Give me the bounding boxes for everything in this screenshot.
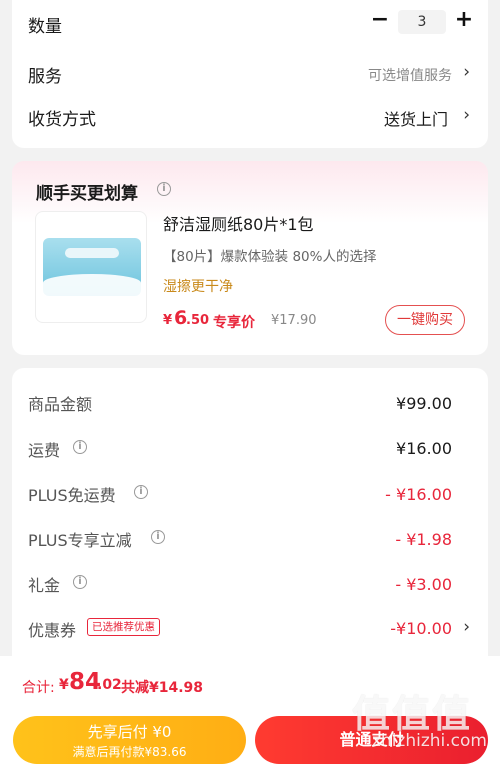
price-decimal: .50 (186, 313, 210, 328)
summary-value-gift-money: - ¥3.00 (395, 575, 452, 594)
price-currency: ¥ (163, 313, 173, 328)
product-name[interactable]: 舒洁湿厕纸80片*1包 (163, 211, 314, 235)
checkout-bar: 合计: ¥ 84 .02 共减¥14.98 先享后付 ¥0 满意后再付款¥83.… (0, 656, 500, 765)
bundle-offer-card: 顺手买更划算 i 舒洁湿厕纸80片*1包 【80片】爆款体验装 80%人的选择 … (12, 161, 488, 355)
package-lid (65, 248, 119, 258)
total-decimal: .02 (97, 677, 122, 693)
summary-value-goods: ¥99.00 (396, 394, 452, 413)
summary-label-goods: 商品金额 (28, 395, 93, 414)
one-click-buy-button[interactable]: 一键购买 (385, 305, 465, 335)
exclusive-price-label: 专享价 (213, 315, 255, 331)
pay-later-button[interactable]: 先享后付 ¥0 满意后再付款¥83.66 (13, 716, 246, 764)
summary-label-shipping: 运费 (28, 441, 61, 460)
order-options-card: 数量 − 3 + 服务 可选增值服务 › 收货方式 送货上门 › (12, 0, 488, 148)
coupon-badge: 已选推荐优惠 (87, 618, 160, 636)
total-label: 合计: (22, 680, 55, 696)
total-currency: ¥ (59, 677, 69, 693)
summary-value-shipping: ¥16.00 (396, 439, 452, 458)
summary-value-plus-discount: - ¥1.98 (395, 530, 452, 549)
summary-label-plus-free-shipping: PLUS免运费 (28, 486, 116, 505)
summary-label-coupon: 优惠券 (28, 621, 77, 640)
chevron-right-icon: › (463, 62, 470, 82)
info-icon[interactable]: i (151, 530, 165, 544)
wipes-package-graphic (43, 238, 141, 296)
quantity-label: 数量 (28, 17, 62, 37)
summary-label-plus-discount: PLUS专享立减 (28, 531, 132, 550)
product-description: 【80片】爆款体验装 80%人的选择 (163, 249, 377, 265)
total-savings: 共减¥14.98 (121, 680, 204, 696)
service-label: 服务 (28, 67, 62, 87)
summary-label-gift-money: 礼金 (28, 576, 61, 595)
price-summary-card: 商品金额 ¥99.00 运费 i ¥16.00 PLUS免运费 i - ¥16.… (12, 368, 488, 668)
info-icon[interactable]: i (134, 485, 148, 499)
product-tag: 湿擦更干净 (163, 279, 233, 295)
info-icon[interactable]: i (157, 182, 171, 196)
pay-later-label: 先享后付 ¥0 (87, 723, 172, 741)
original-price: ¥17.90 (271, 313, 317, 328)
summary-value-plus-free-shipping: - ¥16.00 (385, 485, 452, 504)
product-image[interactable] (35, 211, 147, 323)
quantity-increase-button[interactable]: + (453, 8, 475, 32)
chevron-right-icon: › (463, 617, 470, 637)
pay-later-sublabel: 满意后再付款¥83.66 (72, 745, 187, 759)
info-icon[interactable]: i (73, 575, 87, 589)
quantity-input[interactable]: 3 (398, 10, 446, 34)
chevron-right-icon: › (463, 105, 470, 125)
quantity-decrease-button[interactable]: − (369, 8, 391, 32)
delivery-label: 收货方式 (28, 110, 96, 130)
package-wave (43, 274, 141, 296)
info-icon[interactable]: i (73, 440, 87, 454)
bundle-title: 顺手买更划算 (36, 184, 138, 204)
summary-value-coupon: -¥10.00 (390, 619, 452, 638)
normal-pay-button[interactable]: 普通支付 (255, 716, 488, 764)
delivery-value: 送货上门 (383, 110, 448, 129)
service-value: 可选增值服务 (368, 68, 452, 84)
